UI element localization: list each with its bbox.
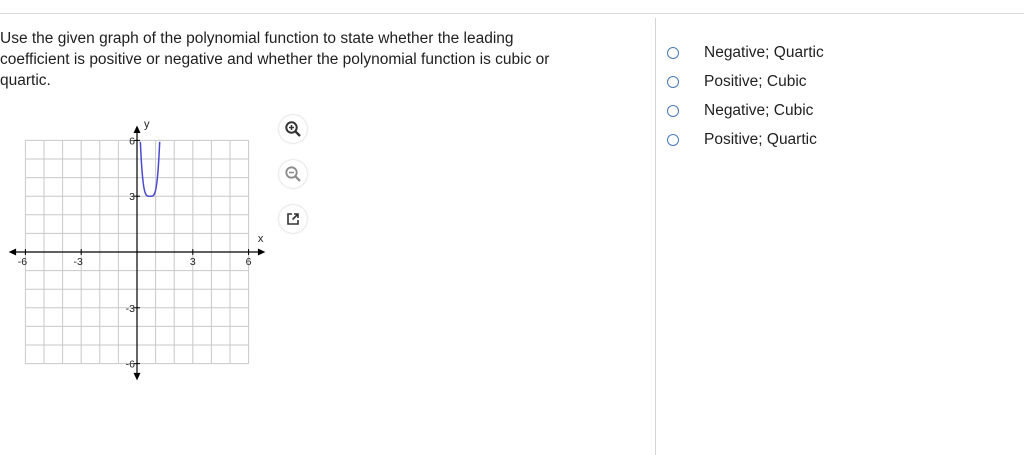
- popout-button[interactable]: [279, 205, 307, 233]
- question-text: Use the given graph of the polynomial fu…: [0, 30, 550, 89]
- answer-label: Positive; Quartic: [704, 130, 817, 148]
- graph-axes: [8, 125, 266, 381]
- y-tick-label: 3: [129, 191, 135, 203]
- radio-button[interactable]: [667, 133, 679, 146]
- x-axis-left-arrow: [8, 248, 17, 256]
- x-tick-label: -3: [74, 256, 83, 268]
- zoom-in-icon: [285, 121, 301, 137]
- external-window-icon: [287, 213, 299, 225]
- zoom-out-icon: [285, 166, 301, 182]
- x-tick-label: -6: [18, 256, 27, 268]
- zoom-out-button[interactable]: [279, 160, 307, 188]
- polynomial-graph: -6 -3 3 6 6 3 -3 -6 x y: [8, 118, 266, 381]
- x-axis-label: x: [258, 233, 264, 245]
- answer-option[interactable]: Negative; Cubic: [667, 96, 824, 125]
- x-tick-label: 6: [246, 256, 252, 268]
- y-axis-label: y: [144, 118, 150, 130]
- graph-ticks: -6 -3 3 6 6 3 -3 -6: [18, 135, 252, 370]
- answer-options: Negative; Quartic Positive; Cubic Negati…: [667, 38, 824, 154]
- answer-option[interactable]: Positive; Cubic: [667, 67, 824, 96]
- y-axis-down-arrow: [133, 372, 141, 381]
- y-tick-label: 6: [129, 135, 135, 147]
- radio-button[interactable]: [667, 75, 679, 88]
- top-rule: [0, 13, 1024, 14]
- answer-label: Negative; Cubic: [704, 101, 814, 119]
- y-tick-label: -3: [126, 303, 135, 315]
- column-divider: [655, 18, 656, 455]
- answer-option[interactable]: Negative; Quartic: [667, 38, 824, 67]
- zoom-in-button[interactable]: [279, 115, 307, 143]
- x-axis-right-arrow: [257, 248, 266, 256]
- radio-button[interactable]: [667, 104, 679, 117]
- radio-button[interactable]: [667, 46, 679, 59]
- answer-label: Negative; Quartic: [704, 43, 824, 61]
- x-tick-label: 3: [190, 256, 196, 268]
- y-axis-up-arrow: [133, 125, 141, 133]
- y-tick-label: -6: [126, 359, 135, 371]
- polynomial-curve: [139, 141, 161, 197]
- answer-label: Positive; Cubic: [704, 72, 807, 90]
- answer-option[interactable]: Positive; Quartic: [667, 125, 824, 154]
